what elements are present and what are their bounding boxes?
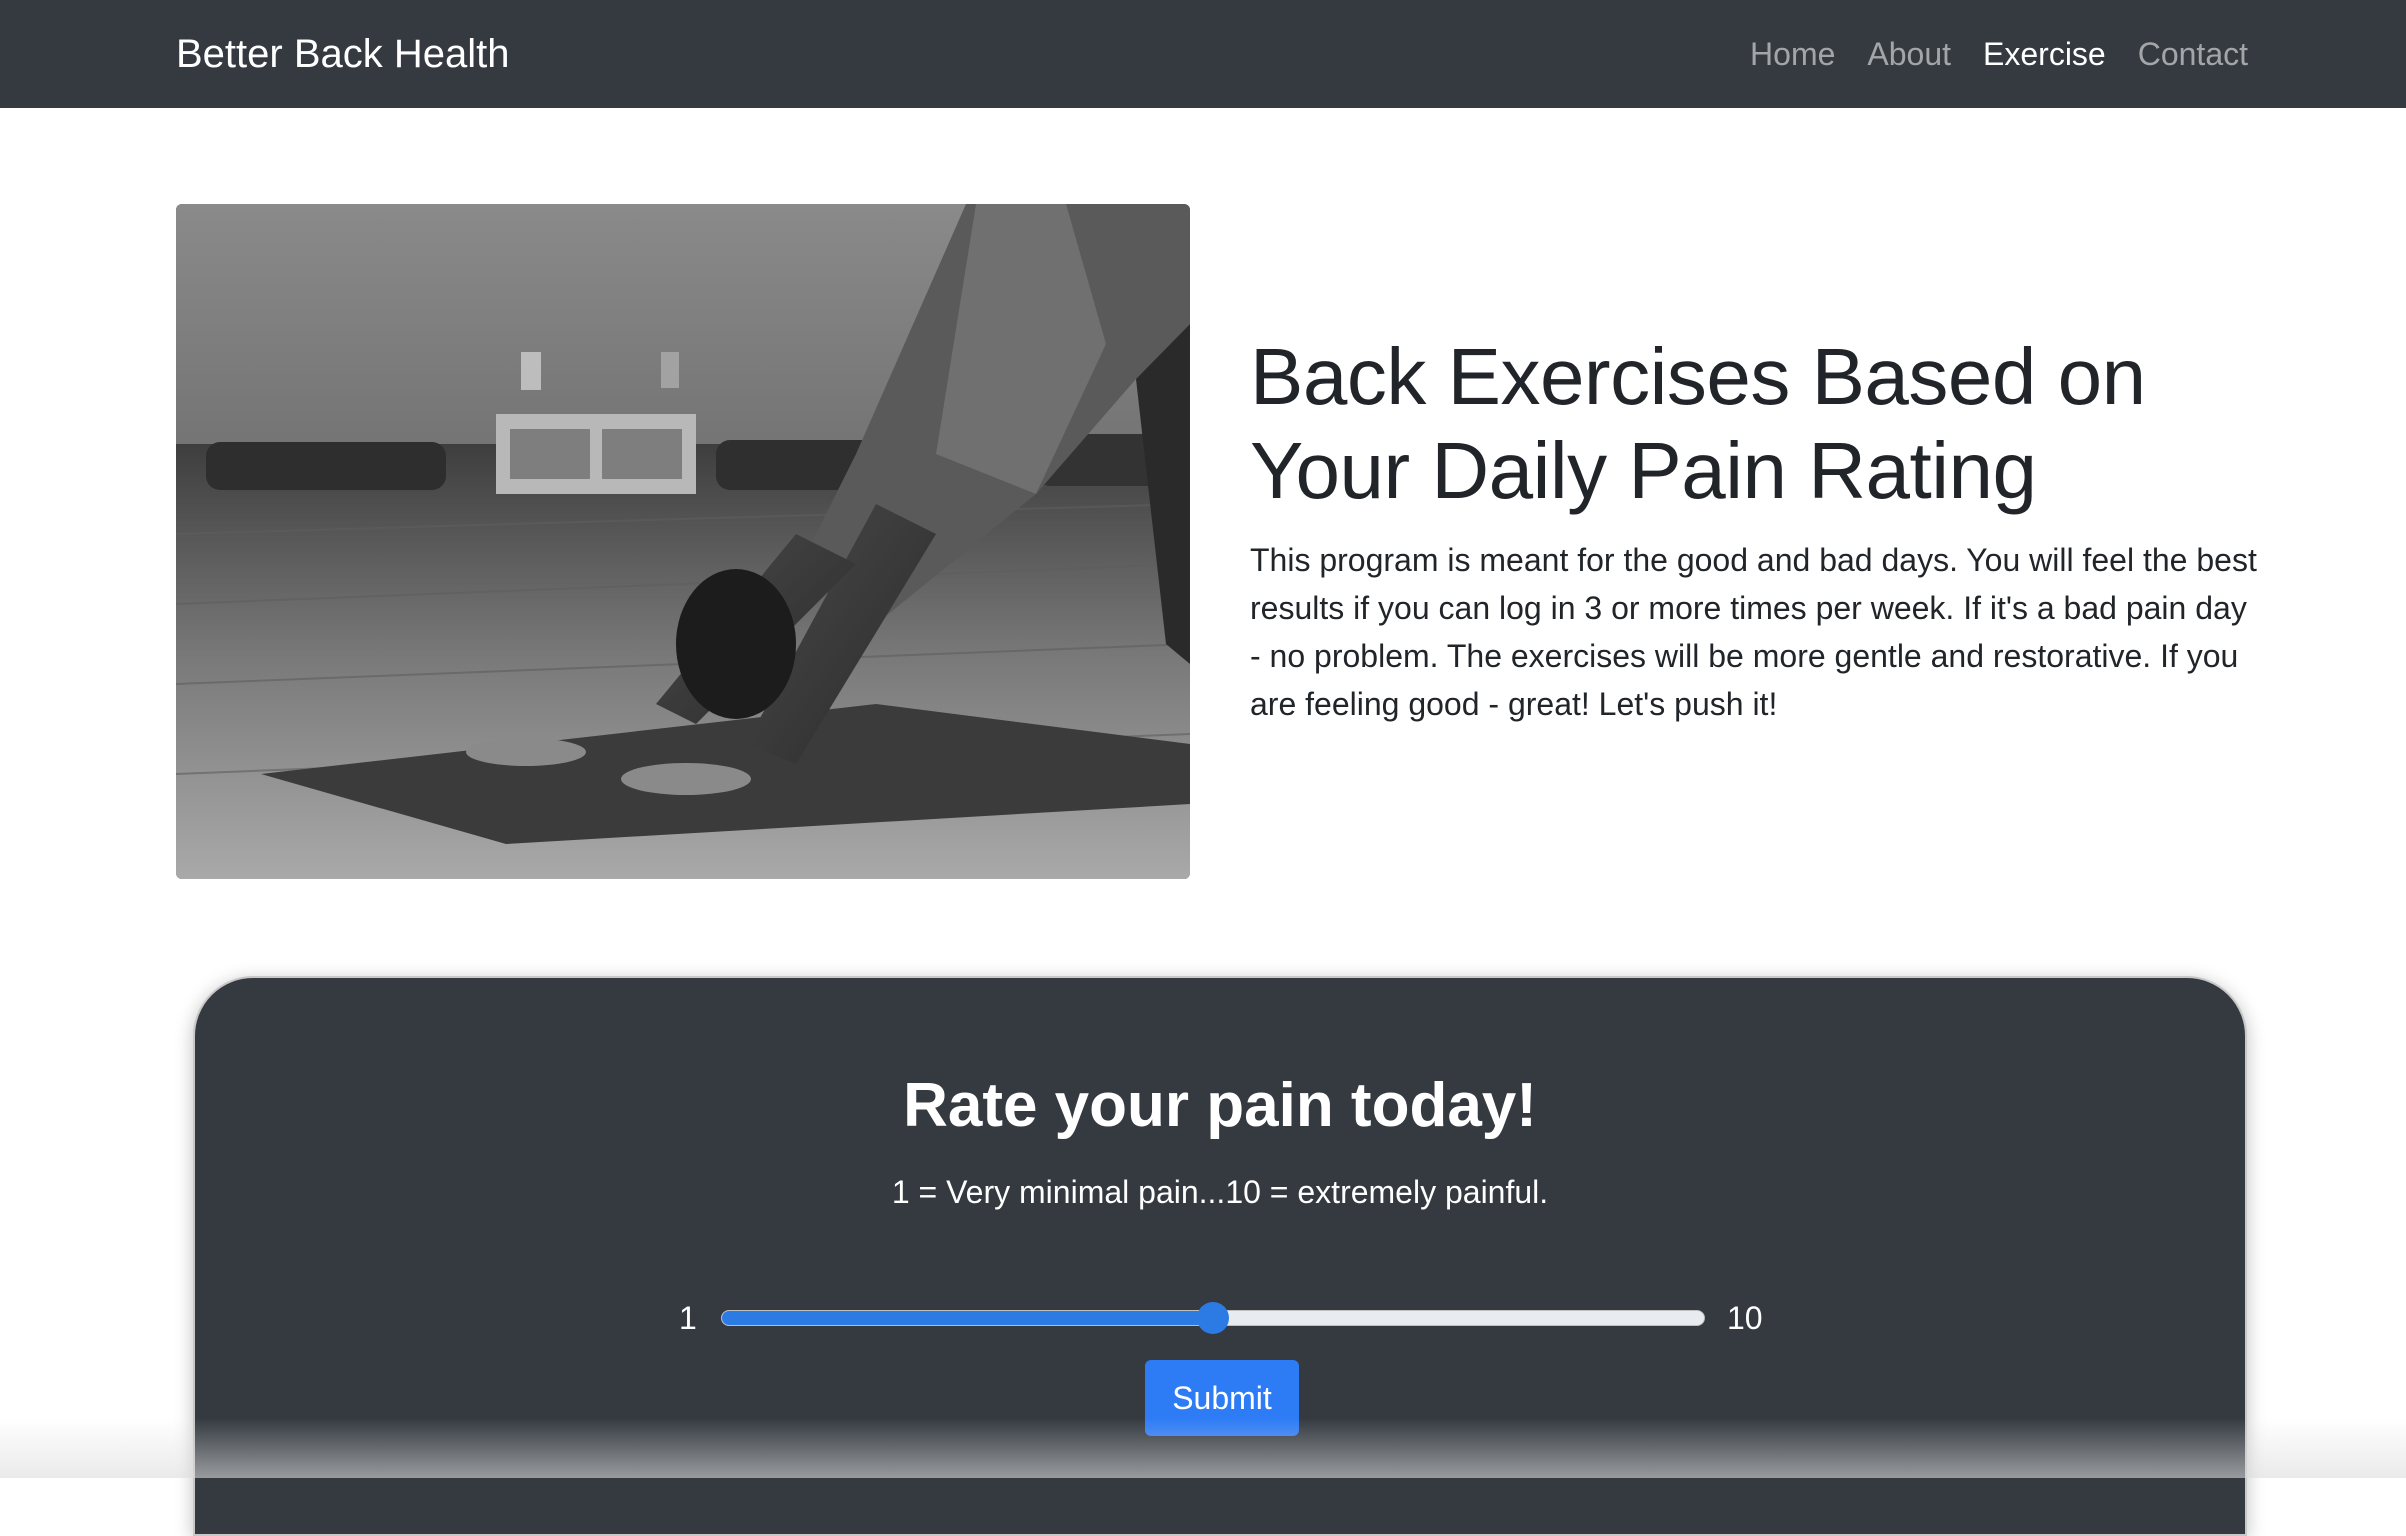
rating-subtitle: 1 = Very minimal pain...10 = extremely p… bbox=[891, 1174, 1549, 1210]
slider-thumb[interactable] bbox=[1197, 1302, 1229, 1334]
nav-link-exercise[interactable]: Exercise bbox=[1983, 36, 2106, 73]
nav-link-home[interactable]: Home bbox=[1750, 36, 1835, 73]
navbar: Better Back Health Home About Exercise C… bbox=[0, 0, 2406, 108]
nav-link-about[interactable]: About bbox=[1867, 36, 1951, 73]
nav-link-contact[interactable]: Contact bbox=[2138, 36, 2248, 73]
rating-title: Rate your pain today! bbox=[903, 1071, 1537, 1140]
slider-fill bbox=[722, 1311, 1213, 1325]
pain-slider[interactable] bbox=[721, 1302, 1705, 1334]
hero-image bbox=[176, 204, 1190, 879]
hero-text: Back Exercises Based on Your Daily Pain … bbox=[1250, 330, 2260, 728]
pain-rating-card: Rate your pain today! 1 = Very minimal p… bbox=[193, 976, 2247, 1536]
brand-logo-text[interactable]: Better Back Health bbox=[176, 0, 510, 108]
submit-button[interactable]: Submit bbox=[1145, 1360, 1299, 1436]
page-title: Back Exercises Based on Your Daily Pain … bbox=[1250, 332, 2146, 515]
pain-slider-row: 1 10 bbox=[195, 1298, 2245, 1338]
yoga-photo bbox=[176, 204, 1190, 879]
nav-links: Home About Exercise Contact bbox=[1750, 0, 2248, 108]
hero-description: This program is meant for the good and b… bbox=[1250, 542, 2257, 722]
slider-max-label: 10 bbox=[1727, 1300, 1763, 1336]
slider-min-label: 1 bbox=[679, 1300, 697, 1336]
